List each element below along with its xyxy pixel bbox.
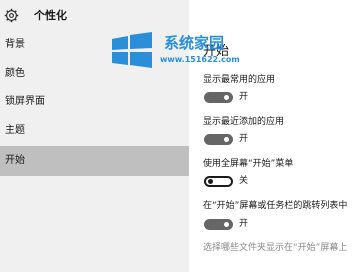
- setting-label-recently-added: 显示最近添加的应用: [203, 117, 285, 127]
- sidebar-item-label: 颜色: [5, 68, 25, 79]
- toggle-state-text: 开: [239, 134, 249, 144]
- toggle-state-text: 开: [239, 92, 249, 102]
- sidebar-item-themes[interactable]: 主题: [0, 117, 189, 146]
- toggle-state-text: 关: [239, 176, 249, 186]
- watermark-url: www.151622.com: [160, 55, 240, 64]
- app-title: 个性化: [34, 9, 67, 22]
- setting-label-jump-lists: 在“开始”屏幕或任务栏的跳转列表中: [203, 201, 348, 211]
- sidebar-item-lock-screen[interactable]: 锁屏界面: [0, 88, 189, 117]
- sidebar-item-label: 锁屏界面: [5, 96, 45, 107]
- sidebar-item-label: 背景: [5, 39, 25, 50]
- toggle-state-text: 开: [239, 219, 249, 229]
- watermark-overlay: 系统家园 www.151622.com: [104, 30, 274, 72]
- sidebar-item-label: 主题: [5, 125, 25, 136]
- watermark-name: 系统家园: [164, 34, 225, 52]
- toggle-knob: [224, 137, 229, 142]
- toggle-most-used[interactable]: [204, 92, 233, 103]
- toggle-knob: [224, 222, 229, 227]
- setting-label-fullscreen-start: 使用全屏幕“开始”菜单: [203, 159, 294, 169]
- toggle-jump-lists[interactable]: [204, 219, 233, 230]
- toggle-knob: [208, 179, 213, 184]
- sidebar-item-start[interactable]: 开始: [0, 146, 189, 176]
- gear-icon[interactable]: [4, 8, 19, 23]
- setting-label-most-used: 显示最常用的应用: [203, 75, 276, 85]
- choose-folders-link[interactable]: 选择哪些文件夹显示在“开始”屏幕上: [203, 242, 347, 254]
- toggle-knob: [224, 95, 229, 100]
- windows-logo-icon: [112, 32, 152, 68]
- toggle-fullscreen-start[interactable]: [204, 176, 233, 187]
- sidebar-header: 个性化: [0, 0, 189, 34]
- sidebar-item-label: 开始: [5, 155, 25, 166]
- toggle-recently-added[interactable]: [204, 134, 233, 145]
